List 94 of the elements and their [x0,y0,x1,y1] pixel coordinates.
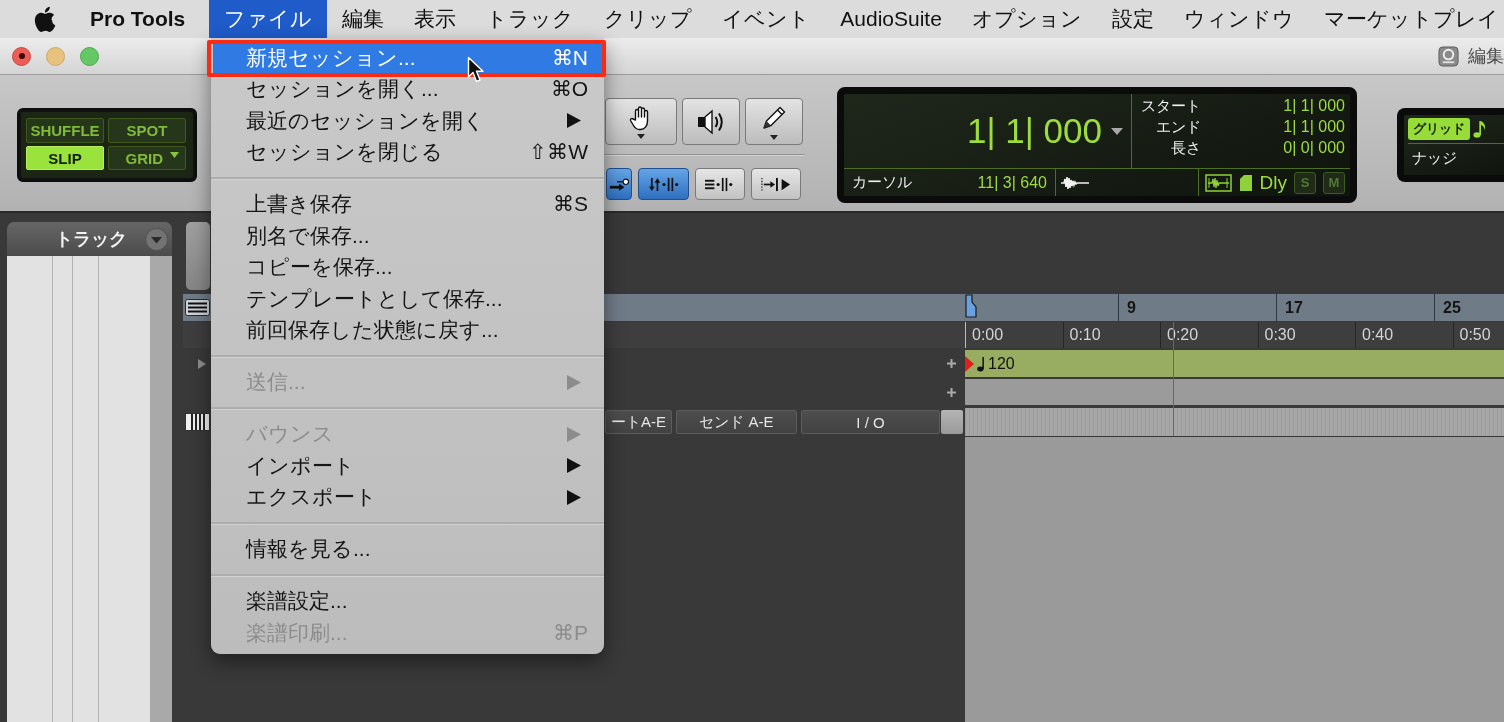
menu-item[interactable]: 前回保存した状態に戻す... [213,314,602,346]
waveform-icon [1061,175,1089,190]
cursor-icon [467,56,485,84]
main-counter[interactable]: 1| 1| 000 [967,111,1102,151]
speaker-tool-button[interactable] [682,98,740,145]
dropdown-icon[interactable] [145,227,168,251]
caret-icon [637,133,645,139]
menu-title[interactable]: AudioSuite [825,0,957,38]
menu-item[interactable]: エクスポート [213,481,602,513]
edit-mode-button[interactable]: SLIP [26,146,104,170]
column-header-button[interactable]: センド A-E [676,410,797,434]
selection-label: エンド [1155,117,1201,137]
grid-button[interactable]: グリッド [1408,118,1470,140]
menu-item[interactable]: 情報を見る... [213,533,602,565]
caret-icon[interactable] [1111,127,1123,135]
menu-item[interactable]: 別名で保存... [213,220,602,252]
selection-value[interactable]: 1| 1| 000 [1201,95,1345,116]
menu-item[interactable]: 上書き保存 ⌘S [213,188,602,220]
edit-mode-button[interactable]: SPOT [108,118,186,143]
submenu-arrow-icon [567,489,581,505]
close-button[interactable] [12,46,31,66]
menu-item[interactable]: セッションを開く... ⌘O [213,73,602,105]
edit-mode-button[interactable]: GRID [108,146,186,170]
apple-logo-icon[interactable] [34,6,56,32]
menu-title[interactable]: クリップ [589,0,708,38]
mode-toggle-button[interactable] [638,168,689,200]
menu-title[interactable]: オプション [956,0,1097,38]
edit-mode-button[interactable]: SHUFFLE [26,118,104,143]
menu-item[interactable]: 楽譜設定... [213,585,602,617]
menu-title[interactable]: ファイル [209,0,328,38]
scrollbar-track[interactable] [150,256,172,722]
menu-title[interactable]: 編集 [327,0,400,38]
time-label: 0:30 [1264,326,1296,344]
menu-title[interactable]: トラック [471,0,590,38]
selection-label: 長さ [1170,138,1201,158]
menu-item[interactable]: インポート [213,450,602,482]
column-header-button[interactable]: I / O [801,410,940,434]
time-label: 0:10 [1069,326,1101,344]
mode-toggle-button[interactable] [751,168,801,200]
time-label: 0:50 [1459,326,1491,344]
menu-icon[interactable] [185,299,210,316]
arrow-dot-icon [609,176,629,192]
bar-number: 17 [1285,298,1303,317]
menu-title[interactable]: 表示 [399,0,472,38]
expand-arrow-icon[interactable] [198,358,206,369]
menu-item[interactable]: セッションを閉じる ⇧⌘W [213,136,602,168]
submenu-arrow-icon [567,458,581,474]
column-header-button[interactable]: ートA-E [605,410,672,434]
time-label: 0:00 [972,326,1004,344]
plus-icon[interactable] [947,387,956,397]
bar-number: 25 [1443,298,1461,317]
arrows-bars-icon [647,176,680,192]
resize-handle[interactable] [941,410,963,434]
speaker-icon [696,107,726,136]
submenu-arrow-icon [567,113,581,129]
waveform-box-icon[interactable] [1204,173,1232,192]
menu-item[interactable]: テンプレートとして保存... [213,283,602,315]
cursor-value: 11| 3| 640 [977,173,1047,192]
tempo-marker-icon[interactable] [965,355,974,372]
nudge-label[interactable]: ナッジ [1408,144,1457,168]
submenu-arrow-icon [567,426,581,442]
menu-title[interactable]: イベント [707,0,826,38]
app-menu[interactable]: Pro Tools [75,0,201,38]
bar-number: 9 [1127,298,1136,317]
caret-icon [170,152,179,158]
menu-title[interactable]: マーケットプレイ [1308,0,1504,38]
keyboard-icon[interactable] [185,413,210,431]
tempo-value: 120 [988,354,1015,373]
selection-label: スタート [1140,96,1201,116]
arrow-play-icon [760,176,792,192]
panel-title: トラック [55,228,127,251]
hand-tool-button[interactable] [605,98,677,145]
menu-item[interactable]: コピーを保存... [213,251,602,283]
menu-title[interactable]: 設定 [1096,0,1169,38]
quarter-note-icon [977,355,986,372]
window-title: 編集 [1468,46,1504,66]
document-icon[interactable] [1238,173,1253,192]
cursor-label: カーソル [852,173,912,192]
pencil-tool-button[interactable] [745,98,803,145]
selection-value[interactable]: 1| 1| 000 [1201,116,1345,137]
selection-value[interactable]: 0| 0| 000 [1201,137,1345,158]
submenu-arrow-icon [567,374,581,390]
mode-toggle-button[interactable] [606,168,632,200]
menu-item[interactable]: 最近のセッションを開く [213,105,602,137]
track-list[interactable] [7,256,150,722]
eighth-note-icon[interactable] [1473,119,1486,139]
time-label: 0:40 [1362,326,1394,344]
start-marker-icon[interactable] [965,294,977,318]
caret-icon [770,134,778,140]
delay-label: Dly [1259,171,1287,194]
menu-title[interactable]: ウィンドウ [1168,0,1309,38]
plus-icon[interactable] [947,359,956,368]
mode-toggle-button[interactable] [695,168,745,200]
window-icon [1438,45,1459,67]
